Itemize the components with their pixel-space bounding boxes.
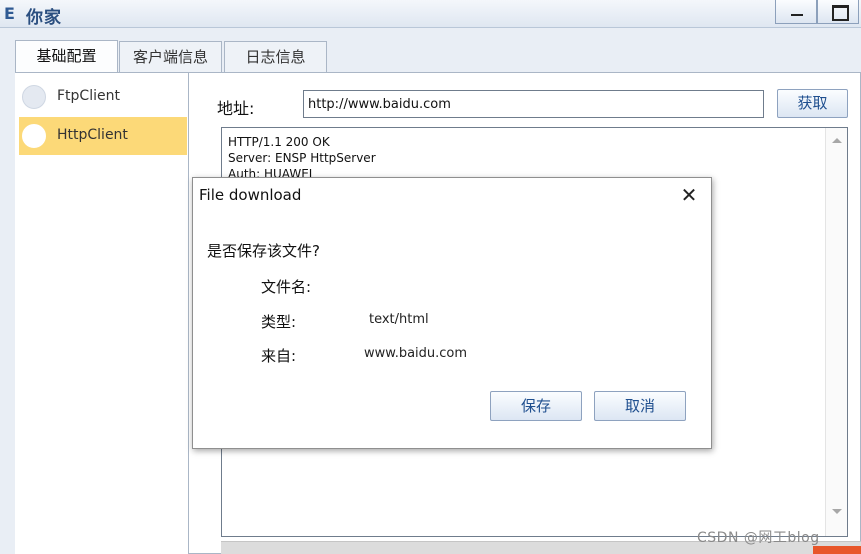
fetch-button[interactable]: 获取 bbox=[777, 89, 848, 118]
dialog-title: File download bbox=[199, 186, 302, 204]
tab-client-info[interactable]: 客户端信息 bbox=[119, 41, 222, 72]
tab-log-info[interactable]: 日志信息 bbox=[224, 41, 327, 72]
client-ftp-icon bbox=[22, 85, 46, 109]
client-label: FtpClient bbox=[57, 88, 120, 104]
filename-label: 文件名: bbox=[261, 278, 312, 296]
from-value: www.baidu.com bbox=[364, 346, 468, 361]
maximize-button[interactable] bbox=[817, 0, 859, 24]
address-input[interactable] bbox=[303, 90, 764, 118]
client-item-http[interactable]: HttpClient bbox=[19, 117, 187, 155]
app-logo-icon: ⴹ bbox=[4, 4, 15, 23]
client-label: HttpClient bbox=[57, 127, 128, 143]
close-icon[interactable]: ✕ bbox=[677, 184, 701, 208]
client-item-ftp[interactable]: FtpClient bbox=[19, 78, 187, 116]
vertical-scrollbar[interactable] bbox=[825, 128, 847, 536]
dialog-question: 是否保存该文件? bbox=[207, 242, 320, 260]
response-line: HTTP/1.1 200 OK bbox=[228, 135, 330, 149]
type-label: 类型: bbox=[261, 313, 297, 331]
client-http-icon bbox=[22, 124, 46, 148]
address-label: 地址: bbox=[217, 99, 255, 118]
window-title: 你家 bbox=[26, 8, 62, 28]
title-bar: ⴹ 你家 bbox=[0, 0, 861, 28]
client-list: FtpClient HttpClient bbox=[15, 73, 189, 554]
file-download-dialog: File download ✕ 是否保存该文件? 文件名: 类型: text/h… bbox=[192, 177, 712, 449]
watermark-badge bbox=[813, 546, 861, 554]
cancel-button[interactable]: 取消 bbox=[594, 391, 686, 421]
minimize-button[interactable] bbox=[775, 0, 817, 24]
tab-basic-config[interactable]: 基础配置 bbox=[15, 40, 118, 73]
scroll-up-arrow-icon[interactable] bbox=[832, 138, 842, 143]
watermark: CSDN @网工blog bbox=[697, 530, 820, 546]
from-label: 来自: bbox=[261, 347, 297, 365]
type-value: text/html bbox=[369, 312, 429, 327]
response-line: Server: ENSP HttpServer bbox=[228, 151, 376, 165]
scroll-down-arrow-icon[interactable] bbox=[832, 509, 842, 514]
save-button[interactable]: 保存 bbox=[490, 391, 582, 421]
